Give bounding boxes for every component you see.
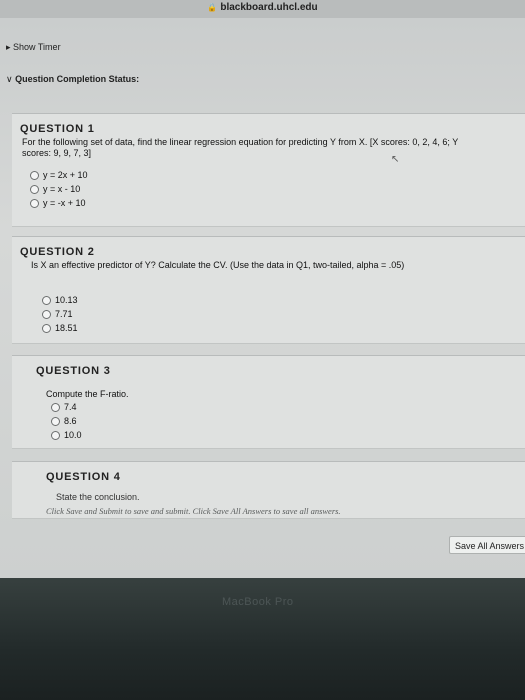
question-2-title: QUESTION 2 [20, 246, 95, 258]
radio-button[interactable] [51, 416, 60, 426]
question-4-title: QUESTION 4 [46, 471, 121, 483]
question-1-option-1[interactable]: y = 2x + 10 [30, 170, 88, 180]
radio-button[interactable] [42, 323, 51, 333]
question-2-text: Is X an effective predictor of Y? Calcul… [31, 260, 405, 270]
chevron-down-icon: ∨ [6, 74, 13, 84]
option-label: y = x - 10 [43, 184, 81, 194]
question-1-option-2[interactable]: y = x - 10 [30, 184, 80, 194]
radio-button[interactable] [30, 184, 39, 194]
lock-icon: 🔒 [207, 3, 218, 12]
question-completion-status-label: Question Completion Status: [15, 74, 140, 84]
browser-screen: 🔒 blackboard.uhcl.edu ▸ Show Timer ∨ Ques… [0, 0, 525, 578]
show-timer-toggle[interactable]: ▸ Show Timer [6, 42, 61, 53]
question-1-text-line1: For the following set of data, find the … [22, 137, 459, 147]
radio-button[interactable] [30, 170, 39, 180]
question-1-title: QUESTION 1 [20, 123, 95, 135]
bezel-brand-label: MacBook Pro [222, 596, 294, 608]
question-4-text: State the conclusion. [56, 492, 140, 502]
option-label: y = 2x + 10 [43, 170, 88, 180]
question-3-title: QUESTION 3 [36, 365, 111, 377]
option-label: 10.13 [55, 295, 78, 305]
option-label: y = -x + 10 [43, 198, 86, 208]
mouse-cursor-icon: ↖ [391, 154, 400, 165]
radio-button[interactable] [30, 198, 39, 208]
question-3-option-2[interactable]: 8.6 [51, 416, 77, 426]
option-label: 7.4 [64, 402, 77, 412]
question-1-text: For the following set of data, find the … [22, 137, 522, 159]
question-completion-status[interactable]: ∨ Question Completion Status: [6, 74, 139, 85]
radio-button[interactable] [42, 309, 51, 319]
option-label: 7.71 [55, 309, 73, 319]
save-instructions: Click Save and Submit to save and submit… [46, 506, 341, 516]
radio-button[interactable] [51, 430, 60, 440]
address-bar[interactable]: 🔒 blackboard.uhcl.edu [0, 0, 525, 18]
question-1-text-line2: scores: 9, 9, 7, 3] [22, 148, 92, 158]
question-2-option-2[interactable]: 7.71 [42, 309, 73, 319]
option-label: 8.6 [64, 416, 77, 426]
question-2-option-1[interactable]: 10.13 [42, 295, 78, 305]
radio-button[interactable] [51, 402, 60, 412]
question-2-option-3[interactable]: 18.51 [42, 323, 78, 333]
question-1-option-3[interactable]: y = -x + 10 [30, 198, 86, 208]
option-label: 10.0 [64, 430, 82, 440]
question-3-option-1[interactable]: 7.4 [51, 402, 77, 412]
option-label: 18.51 [55, 323, 78, 333]
save-all-answers-button[interactable]: Save All Answers [449, 536, 525, 554]
question-3-text: Compute the F-ratio. [46, 389, 129, 399]
triangle-right-icon: ▸ [6, 42, 11, 52]
question-3-option-3[interactable]: 10.0 [51, 430, 82, 440]
radio-button[interactable] [42, 295, 51, 305]
url-text: blackboard.uhcl.edu [220, 2, 318, 13]
show-timer-label: Show Timer [13, 42, 61, 52]
